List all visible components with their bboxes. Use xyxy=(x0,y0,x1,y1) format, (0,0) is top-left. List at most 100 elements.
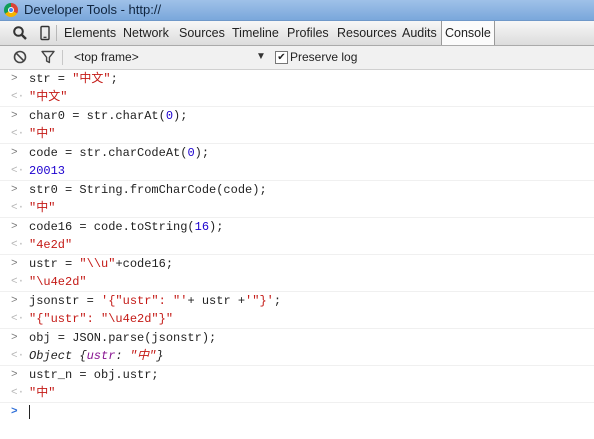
code-token: +code16; xyxy=(115,257,174,271)
result-arrow-icon: <· xyxy=(11,276,25,288)
code-token: ustr = xyxy=(29,257,80,271)
devtools-tab-bar: Elements Network Sources Timeline Profil… xyxy=(0,21,594,46)
code-token: ); xyxy=(173,109,188,123)
console-result-row: <· "4e2d" xyxy=(0,236,594,255)
result-arrow-icon: <· xyxy=(11,128,25,140)
code-token: ); xyxy=(194,146,210,160)
result-token: Object { xyxy=(29,349,87,363)
console-result-value: Object {ustr: "中"} xyxy=(29,347,163,365)
frame-select[interactable]: <top frame> xyxy=(74,50,139,64)
code-token: str0 = String.fromCharCode(code); xyxy=(29,183,267,197)
code-token: code = str.charCodeAt( xyxy=(29,146,188,160)
code-token: '{"ustr": "' xyxy=(101,294,188,308)
console-result-value: 20013 xyxy=(29,162,65,180)
console-result-value: "中" xyxy=(29,199,55,217)
console-input-row: > str0 = String.fromCharCode(code); xyxy=(0,181,594,199)
console-input-row: > obj = JSON.parse(jsonstr); xyxy=(0,329,594,347)
console-result-row: <· "中" xyxy=(0,199,594,218)
tab-timeline[interactable]: Timeline xyxy=(232,21,279,45)
code-token: ; xyxy=(273,294,282,308)
filter-icon[interactable] xyxy=(40,49,56,65)
input-prompt-icon: > xyxy=(11,110,18,122)
search-icon[interactable] xyxy=(12,25,28,41)
input-prompt-icon: > xyxy=(11,184,18,196)
code-token: "中文" xyxy=(72,72,111,86)
code-token: 0 xyxy=(165,109,174,123)
console-result-row: <· "中" xyxy=(0,125,594,144)
code-token: obj = JSON.parse(jsonstr); xyxy=(29,331,217,345)
result-arrow-icon: <· xyxy=(11,202,25,214)
console-input-code: ustr = "\\u"+code16; xyxy=(29,255,173,273)
tab-audits[interactable]: Audits xyxy=(402,21,437,45)
input-prompt-icon: > xyxy=(11,332,18,344)
result-token: "中" xyxy=(29,386,56,400)
console-input-row: > code = str.charCodeAt(0); xyxy=(0,144,594,162)
console-input-code: code = str.charCodeAt(0); xyxy=(29,144,209,162)
code-token: '"}' xyxy=(245,294,274,308)
console-prompt[interactable]: > xyxy=(0,403,594,421)
preserve-log-label: Preserve log xyxy=(290,50,358,64)
input-prompt-icon: > xyxy=(11,369,18,381)
console-result-value: "中" xyxy=(29,125,55,143)
code-token: str = xyxy=(29,72,73,86)
console-input-code: obj = JSON.parse(jsonstr); xyxy=(29,329,216,347)
console-result-row: <· "中" xyxy=(0,384,594,403)
code-token: code16 = code.toString( xyxy=(29,220,195,234)
code-token: jsonstr = xyxy=(29,294,102,308)
code-token: 0 xyxy=(187,146,195,160)
console-input-code: str = "中文"; xyxy=(29,70,118,88)
input-prompt-icon: > xyxy=(11,221,18,233)
console-input-row: > ustr = "\\u"+code16; xyxy=(0,255,594,273)
result-token: } xyxy=(156,349,164,363)
console-result-value: "{"ustr": "\u4e2d"}" xyxy=(29,310,173,328)
prompt-chevron-icon: > xyxy=(11,406,18,418)
tab-elements[interactable]: Elements xyxy=(64,21,116,45)
console-result-value: "4e2d" xyxy=(29,236,72,254)
tab-console[interactable]: Console xyxy=(441,21,495,45)
console-input-code: jsonstr = '{"ustr": "'+ ustr +'"}'; xyxy=(29,292,281,310)
tab-network[interactable]: Network xyxy=(123,21,169,45)
result-token: : xyxy=(115,349,130,363)
preserve-log-checkbox[interactable]: ✔ xyxy=(275,51,288,64)
code-token: ustr_n = obj.ustr; xyxy=(29,368,159,382)
tab-sources[interactable]: Sources xyxy=(179,21,225,45)
console-result-row: <· "中文" xyxy=(0,88,594,107)
console-result-value: "\u4e2d" xyxy=(29,273,87,291)
result-arrow-icon: <· xyxy=(11,165,25,177)
console-result-row: <· "\u4e2d" xyxy=(0,273,594,292)
console-input-row: > str = "中文"; xyxy=(0,70,594,88)
result-token: "中文" xyxy=(29,90,68,104)
console-result-value: "中文" xyxy=(29,88,67,106)
clear-console-icon[interactable] xyxy=(12,49,28,65)
console-input-row: > jsonstr = '{"ustr": "'+ ustr +'"}'; xyxy=(0,292,594,310)
text-cursor xyxy=(29,405,30,419)
result-token: "4e2d" xyxy=(29,238,73,252)
result-token: "中" xyxy=(129,349,157,363)
code-token: "\\u" xyxy=(79,257,116,271)
result-token: ustr xyxy=(86,349,116,363)
result-token: "\u4e2d" xyxy=(29,275,87,289)
chevron-down-icon[interactable]: ▼ xyxy=(256,51,266,62)
result-arrow-icon: <· xyxy=(11,239,25,251)
input-prompt-icon: > xyxy=(11,295,18,307)
console-log: > str = "中文"; <· "中文" > char0 = str.charAt(0)… xyxy=(0,70,594,421)
console-input-row: > code16 = code.toString(16); xyxy=(0,218,594,236)
console-result-row: <· Object {ustr: "中"} xyxy=(0,347,594,366)
tab-profiles[interactable]: Profiles xyxy=(287,21,329,45)
toolbar-divider xyxy=(56,25,57,41)
code-token: char0 = str.charAt( xyxy=(29,109,166,123)
result-token: "中" xyxy=(29,201,56,215)
input-prompt-icon: > xyxy=(11,73,18,85)
console-toolbar: <top frame> ▼ ✔ Preserve log xyxy=(0,46,594,70)
window-titlebar: Developer Tools - http:// xyxy=(0,0,594,21)
toolbar-divider xyxy=(62,50,63,65)
console-input-code: str0 = String.fromCharCode(code); xyxy=(29,181,267,199)
code-token: + ustr + xyxy=(187,294,246,308)
input-prompt-icon: > xyxy=(11,258,18,270)
result-arrow-icon: <· xyxy=(11,387,25,399)
tab-resources[interactable]: Resources xyxy=(337,21,397,45)
chrome-logo-icon xyxy=(4,3,18,17)
device-mode-icon[interactable] xyxy=(37,25,53,41)
result-token: "{"ustr": "\u4e2d"}" xyxy=(29,312,174,326)
result-arrow-icon: <· xyxy=(11,91,25,103)
